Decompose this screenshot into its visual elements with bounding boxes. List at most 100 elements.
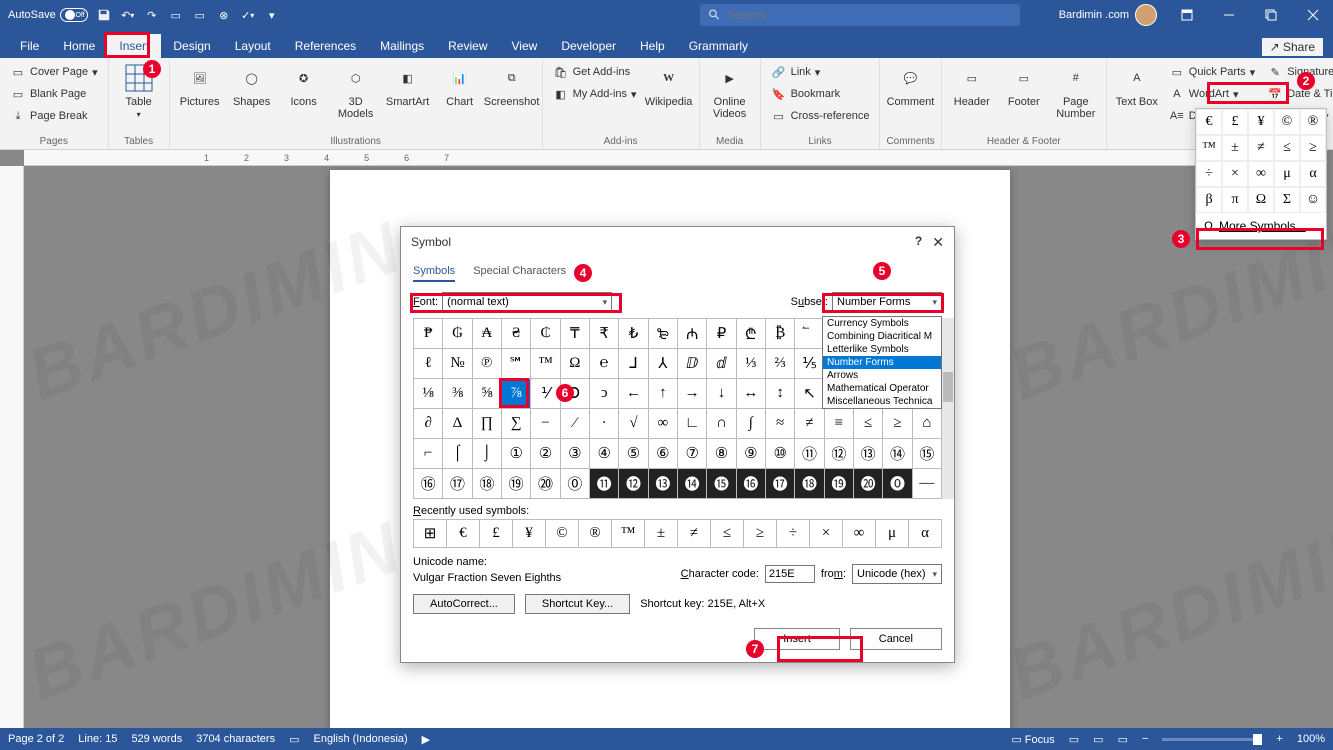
vertical-ruler[interactable]	[0, 166, 24, 728]
recent-char-cell[interactable]: ∞	[843, 520, 876, 548]
get-addins-button[interactable]: 🛍Get Add-ins	[549, 62, 641, 82]
char-cell[interactable]: ⅝	[473, 379, 502, 409]
char-cell[interactable]: ₳	[473, 319, 502, 349]
char-cell[interactable]: ⑱	[473, 469, 502, 499]
font-select[interactable]: (normal text)▾	[442, 292, 612, 312]
search-input[interactable]	[727, 8, 1012, 22]
online-videos-button[interactable]: ▶Online Videos	[706, 62, 754, 120]
view-print-icon[interactable]: ▭	[1093, 733, 1103, 746]
tab-grammarly[interactable]: Grammarly	[677, 34, 760, 58]
minimize-icon[interactable]	[1209, 0, 1249, 30]
char-cell[interactable]: ⓫	[590, 469, 619, 499]
char-cell[interactable]: ≥	[883, 409, 912, 439]
char-cell[interactable]: ⅅ	[678, 349, 707, 379]
qat-icon[interactable]: ✓▾	[240, 7, 256, 23]
recent-char-cell[interactable]: μ	[876, 520, 909, 548]
char-cell[interactable]: ⓿	[883, 469, 912, 499]
tab-insert[interactable]: Insert	[107, 34, 161, 58]
subset-option[interactable]: Letterlike Symbols	[823, 343, 941, 356]
char-cell[interactable]: ∂	[414, 409, 443, 439]
char-cell[interactable]: ₾	[737, 319, 766, 349]
recent-char-cell[interactable]: α	[909, 520, 942, 548]
char-cell[interactable]: ™	[531, 349, 560, 379]
char-cell[interactable]: ₽	[707, 319, 736, 349]
comment-button[interactable]: 💬Comment	[886, 62, 934, 108]
symbol-cell[interactable]: ∞	[1248, 161, 1274, 187]
char-cell[interactable]: ⌐	[414, 439, 443, 469]
char-cell[interactable]: ⑯	[414, 469, 443, 499]
subset-option[interactable]: Arrows	[823, 369, 941, 382]
view-web-icon[interactable]: ▭	[1118, 733, 1128, 746]
zoom-slider[interactable]	[1162, 738, 1262, 741]
scrollbar[interactable]	[942, 318, 954, 499]
char-cell[interactable]: ⌠	[443, 439, 472, 469]
char-cell[interactable]: ↕	[766, 379, 795, 409]
tab-mailings[interactable]: Mailings	[368, 34, 436, 58]
char-cell[interactable]: ⅛	[414, 379, 443, 409]
char-cell[interactable]: ∟	[678, 409, 707, 439]
my-addins-button[interactable]: ◧My Add-ins ▾	[549, 84, 641, 104]
page-break-button[interactable]: ⤓Page Break	[6, 106, 102, 126]
wordart-button[interactable]: AWordArt ▾	[1165, 84, 1259, 104]
char-cell[interactable]: ⑮	[913, 439, 942, 469]
page-number-button[interactable]: #Page Number	[1052, 62, 1100, 120]
char-cell[interactable]: ℓ	[414, 349, 443, 379]
char-code-input[interactable]	[765, 565, 815, 583]
symbol-cell[interactable]: ®	[1300, 109, 1326, 135]
status-macro-icon[interactable]: ▶	[422, 733, 430, 746]
3d-models-button[interactable]: ⬡3D Models	[332, 62, 380, 120]
char-cell[interactable]: ⑥	[649, 439, 678, 469]
recent-char-cell[interactable]: ≠	[678, 520, 711, 548]
char-cell[interactable]: ⑭	[883, 439, 912, 469]
status-chars[interactable]: 3704 characters	[196, 733, 275, 745]
char-cell[interactable]: ⑲	[502, 469, 531, 499]
tab-references[interactable]: References	[283, 34, 368, 58]
char-cell[interactable]: ∑	[502, 409, 531, 439]
char-cell[interactable]: №	[443, 349, 472, 379]
screenshot-button[interactable]: ⧉Screenshot	[488, 62, 536, 120]
char-cell[interactable]: ↔	[737, 379, 766, 409]
char-cell[interactable]: ⅟	[531, 379, 560, 409]
more-symbols-button[interactable]: Ω More Symbols...	[1196, 213, 1326, 239]
char-cell[interactable]: ⓯	[707, 469, 736, 499]
autosave-toggle[interactable]: AutoSave Off	[8, 8, 88, 22]
char-cell[interactable]: ≤	[854, 409, 883, 439]
char-cell[interactable]: ②	[531, 439, 560, 469]
recent-char-cell[interactable]: ®	[579, 520, 612, 548]
recent-char-cell[interactable]: ±	[645, 520, 678, 548]
char-cell[interactable]: ℠	[502, 349, 531, 379]
cancel-button[interactable]: Cancel	[850, 628, 942, 650]
view-read-icon[interactable]: ▭	[1069, 733, 1079, 746]
char-cell[interactable]: ⑦	[678, 439, 707, 469]
char-cell[interactable]: →	[678, 379, 707, 409]
char-cell[interactable]: ⑰	[443, 469, 472, 499]
autocorrect-button[interactable]: AutoCorrect...	[413, 594, 515, 614]
chart-button[interactable]: 📊Chart	[436, 62, 484, 120]
tab-help[interactable]: Help	[628, 34, 677, 58]
undo-icon[interactable]: ↶▾	[120, 7, 136, 23]
char-cell[interactable]: ↖	[795, 379, 824, 409]
recent-char-cell[interactable]: ©	[546, 520, 579, 548]
qat-icon[interactable]: ▭	[168, 7, 184, 23]
status-words[interactable]: 529 words	[131, 733, 182, 745]
symbol-cell[interactable]: ±	[1222, 135, 1248, 161]
symbol-cell[interactable]: ™	[1196, 135, 1222, 161]
cross-reference-button[interactable]: ▭Cross-reference	[767, 106, 874, 126]
char-cell[interactable]: ≈	[766, 409, 795, 439]
char-cell[interactable]: ⓭	[649, 469, 678, 499]
tab-developer[interactable]: Developer	[549, 34, 628, 58]
char-cell[interactable]: ∞	[649, 409, 678, 439]
char-cell[interactable]: ⓰	[737, 469, 766, 499]
symbol-cell[interactable]: α	[1300, 161, 1326, 187]
horizontal-ruler[interactable]: 1 2 3 4 5 6 7	[24, 150, 1313, 166]
char-cell[interactable]: ≠	[795, 409, 824, 439]
recent-char-cell[interactable]: £	[480, 520, 513, 548]
char-cell[interactable]: ④	[590, 439, 619, 469]
char-cell[interactable]: ⅆ	[707, 349, 736, 379]
search-box[interactable]	[700, 4, 1020, 26]
shapes-button[interactable]: ◯Shapes	[228, 62, 276, 120]
text-box-button[interactable]: AText Box	[1113, 62, 1161, 126]
subset-select[interactable]: Number Forms▾	[832, 292, 942, 312]
tab-symbols[interactable]: Symbols	[413, 265, 455, 282]
zoom-in-button[interactable]: +	[1276, 733, 1282, 745]
